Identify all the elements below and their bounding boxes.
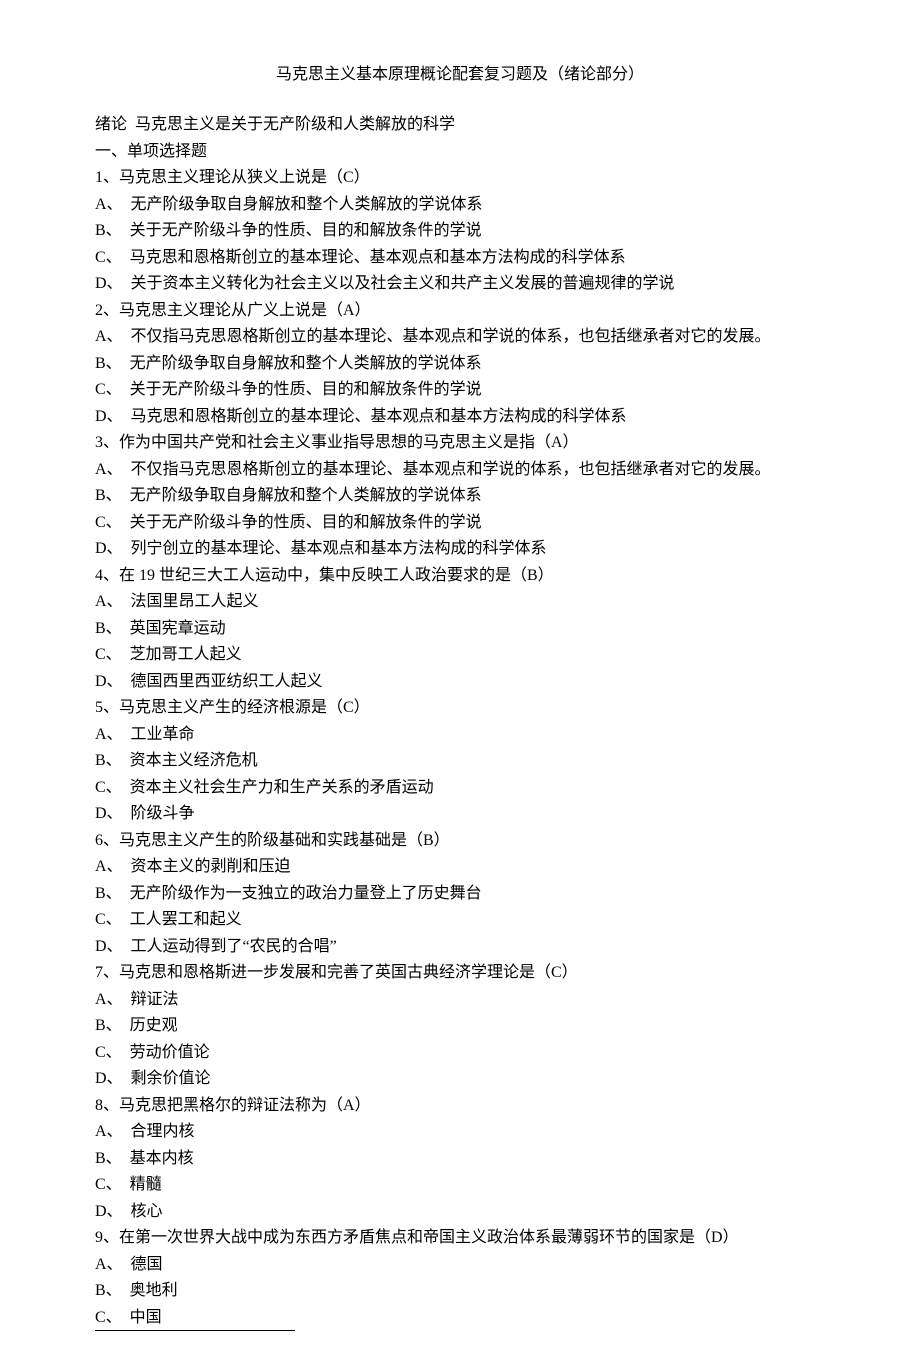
text-line: A、 无产阶级争取自身解放和整个人类解放的学说体系 xyxy=(95,192,825,219)
text-line: 5、马克思主义产生的经济根源是（C） xyxy=(95,695,825,722)
text-line: B、 关于无产阶级斗争的性质、目的和解放条件的学说 xyxy=(95,218,825,245)
text-line: D、 德国西里西亚纺织工人起义 xyxy=(95,669,825,696)
text-line: B、 英国宪章运动 xyxy=(95,616,825,643)
text-line: B、 奥地利 xyxy=(95,1278,825,1305)
text-line: D、 核心 xyxy=(95,1199,825,1226)
text-line: C、 精髓 xyxy=(95,1172,825,1199)
text-line: D、 马克思和恩格斯创立的基本理论、基本观点和基本方法构成的科学体系 xyxy=(95,404,825,431)
text-line: B、 历史观 xyxy=(95,1013,825,1040)
text-line: D、 阶级斗争 xyxy=(95,801,825,828)
text-line: A、 工业革命 xyxy=(95,722,825,749)
text-line: B、 无产阶级争取自身解放和整个人类解放的学说体系 xyxy=(95,483,825,510)
text-line: A、 不仅指马克思恩格斯创立的基本理论、基本观点和学说的体系，也包括继承者对它的… xyxy=(95,457,825,484)
text-line: 3、作为中国共产党和社会主义事业指导思想的马克思主义是指（A） xyxy=(95,430,825,457)
footer-separator xyxy=(95,1330,295,1331)
text-line: C、 芝加哥工人起义 xyxy=(95,642,825,669)
text-line: D、 工人运动得到了“农民的合唱” xyxy=(95,934,825,961)
text-line: 6、马克思主义产生的阶级基础和实践基础是（B） xyxy=(95,828,825,855)
text-line: 1、马克思主义理论从狭义上说是（C） xyxy=(95,165,825,192)
document-page: 马克思主义基本原理概论配套复习题及（绪论部分） 绪论 马克思主义是关于无产阶级和… xyxy=(0,0,920,1371)
text-line: C、 关于无产阶级斗争的性质、目的和解放条件的学说 xyxy=(95,510,825,537)
text-line: A、 资本主义的剥削和压迫 xyxy=(95,854,825,881)
text-line: 2、马克思主义理论从广义上说是（A） xyxy=(95,298,825,325)
text-line: D、 列宁创立的基本理论、基本观点和基本方法构成的科学体系 xyxy=(95,536,825,563)
document-title: 马克思主义基本原理概论配套复习题及（绪论部分） xyxy=(95,60,825,84)
text-line: A、 合理内核 xyxy=(95,1119,825,1146)
text-line: C、 资本主义社会生产力和生产关系的矛盾运动 xyxy=(95,775,825,802)
text-line: 7、马克思和恩格斯进一步发展和完善了英国古典经济学理论是（C） xyxy=(95,960,825,987)
text-line: 8、马克思把黑格尔的辩证法称为（A） xyxy=(95,1093,825,1120)
text-line: D、 剩余价值论 xyxy=(95,1066,825,1093)
text-line: A、 德国 xyxy=(95,1252,825,1279)
text-line: 4、在 19 世纪三大工人运动中，集中反映工人政治要求的是（B） xyxy=(95,563,825,590)
text-line: C、 中国 xyxy=(95,1305,825,1332)
text-line: D、 关于资本主义转化为社会主义以及社会主义和共产主义发展的普遍规律的学说 xyxy=(95,271,825,298)
text-line: C、 马克思和恩格斯创立的基本理论、基本观点和基本方法构成的科学体系 xyxy=(95,245,825,272)
text-line: B、 基本内核 xyxy=(95,1146,825,1173)
text-line: B、 资本主义经济危机 xyxy=(95,748,825,775)
text-line: C、 工人罢工和起义 xyxy=(95,907,825,934)
text-line: B、 无产阶级作为一支独立的政治力量登上了历史舞台 xyxy=(95,881,825,908)
text-line: 一、单项选择题 xyxy=(95,139,825,166)
text-line: C、 劳动价值论 xyxy=(95,1040,825,1067)
text-line: B、 无产阶级争取自身解放和整个人类解放的学说体系 xyxy=(95,351,825,378)
text-line: 绪论 马克思主义是关于无产阶级和人类解放的科学 xyxy=(95,112,825,139)
text-line: A、 不仅指马克思恩格斯创立的基本理论、基本观点和学说的体系，也包括继承者对它的… xyxy=(95,324,825,351)
text-line: A、 法国里昂工人起义 xyxy=(95,589,825,616)
text-line: C、 关于无产阶级斗争的性质、目的和解放条件的学说 xyxy=(95,377,825,404)
text-line: A、 辩证法 xyxy=(95,987,825,1014)
text-line: 9、在第一次世界大战中成为东西方矛盾焦点和帝国主义政治体系最薄弱环节的国家是（D… xyxy=(95,1225,825,1252)
document-content: 绪论 马克思主义是关于无产阶级和人类解放的科学一、单项选择题1、马克思主义理论从… xyxy=(95,112,825,1331)
